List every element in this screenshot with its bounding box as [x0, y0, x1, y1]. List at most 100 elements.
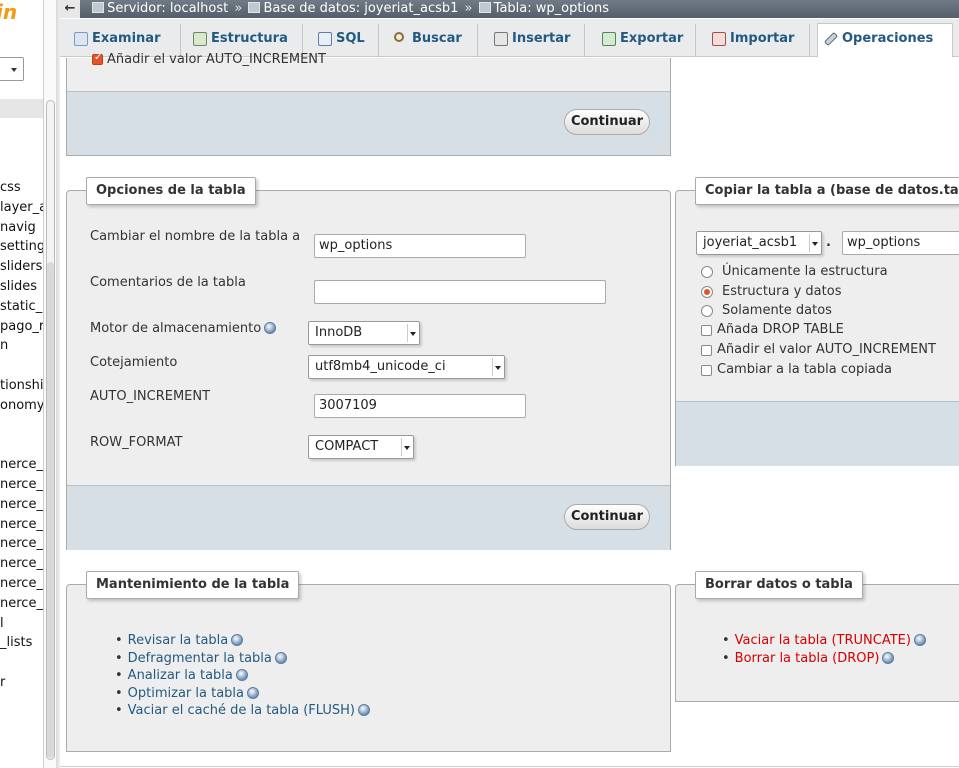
breadcrumb-table[interactable]: Tabla: wp_options — [494, 1, 609, 16]
table-options-legend: Opciones de la tabla — [86, 177, 256, 205]
tab-label: Importar — [730, 31, 795, 46]
check-table-link[interactable]: Revisar la tabla — [128, 633, 229, 648]
tab-label: Exportar — [620, 31, 684, 46]
database-icon — [248, 2, 261, 13]
tree-item[interactable]: slides — [0, 277, 43, 297]
truncate-table-link[interactable]: Vaciar la tabla (TRUNCATE) — [735, 633, 911, 648]
help-icon[interactable] — [274, 651, 287, 664]
help-icon[interactable] — [264, 322, 277, 334]
breadcrumb-server[interactable]: Servidor: localhost — [107, 1, 228, 16]
radio-structure-only[interactable] — [701, 266, 713, 278]
tab-insertar[interactable]: Insertar — [488, 24, 585, 57]
tree-item[interactable]: nerce_c — [0, 495, 43, 515]
switch-to-copied-label: Cambiar a la tabla copiada — [717, 362, 892, 377]
radio-data-only[interactable] — [701, 305, 713, 317]
tree-item[interactable]: navig — [0, 218, 43, 238]
tree-item[interactable]: pago_r — [0, 317, 43, 337]
back-arrow-icon[interactable]: ← — [60, 0, 80, 18]
list-item: Analizar la tabla — [115, 667, 370, 685]
optimize-table-link[interactable]: Optimizar la tabla — [128, 686, 244, 701]
tab-label: Examinar — [92, 31, 161, 46]
radio-structure-and-data[interactable] — [701, 286, 713, 298]
copy-table-legend: Copiar la tabla a (base de datos.tabla): — [695, 177, 959, 205]
tab-operaciones[interactable]: Operaciones — [817, 23, 953, 58]
help-icon[interactable] — [247, 686, 260, 699]
autoincrement-checkbox[interactable] — [92, 52, 103, 65]
defragment-table-link[interactable]: Defragmentar la tabla — [128, 651, 272, 666]
maintenance-fieldset: Revisar la tabla Defragmentar la tabla A… — [66, 584, 671, 752]
copy-database-value: joyeriat_acsb1 — [703, 235, 798, 250]
flush-table-link[interactable]: Vaciar el caché de la tabla (FLUSH) — [128, 703, 355, 718]
copy-table-name-input[interactable]: wp_options — [842, 231, 959, 255]
collation-select[interactable]: utf8mb4_unicode_ci — [308, 355, 505, 379]
tree-item[interactable]: nerce_t — [0, 574, 43, 594]
tree-item[interactable]: r — [0, 673, 43, 693]
tree-item[interactable]: layer_a — [0, 198, 43, 218]
tree-item[interactable]: _lists — [0, 633, 43, 653]
radio-structure-only-label: Únicamente la estructura — [722, 264, 888, 279]
tree-item[interactable]: nerce_c — [0, 534, 43, 554]
maintenance-legend: Mantenimiento de la tabla — [86, 571, 300, 599]
analyze-table-link[interactable]: Analizar la tabla — [128, 668, 233, 683]
breadcrumb-database[interactable]: Base de datos: joyeriat_acsb1 — [263, 1, 458, 16]
list-item: Vaciar la tabla (TRUNCATE) — [722, 632, 926, 650]
tab-importar[interactable]: Importar — [706, 24, 810, 57]
tree-item[interactable]: nerce_a — [0, 455, 43, 475]
wrench-icon — [823, 31, 839, 47]
tree-item[interactable]: n — [0, 336, 43, 356]
copy-database-select[interactable]: joyeriat_acsb1 — [696, 231, 822, 255]
structure-icon — [193, 32, 207, 46]
help-icon[interactable] — [882, 651, 895, 664]
tree-item[interactable]: css — [0, 178, 43, 198]
tree-item[interactable]: l — [0, 614, 43, 634]
help-icon[interactable] — [235, 669, 248, 681]
breadcrumb-separator: » — [234, 1, 243, 16]
rename-input[interactable]: wp_options — [314, 234, 526, 258]
tab-buscar[interactable]: Buscar — [388, 24, 478, 57]
continue-button[interactable]: Continuar — [564, 504, 650, 530]
tree-item[interactable]: nerce_t — [0, 554, 43, 574]
rowformat-select[interactable]: COMPACT — [308, 435, 414, 459]
tree-item[interactable]: nerce_a — [0, 475, 43, 495]
delete-legend: Borrar datos o tabla — [695, 571, 863, 599]
radio-data-only-label: Solamente datos — [722, 303, 832, 318]
tree-item[interactable]: tionshi — [0, 376, 43, 396]
autoincrement-input[interactable]: 3007109 — [314, 394, 526, 418]
help-icon[interactable] — [357, 704, 370, 716]
section-footer: Continuar — [67, 91, 670, 155]
engine-label: Motor de almacenamiento — [90, 321, 277, 336]
phpmyadmin-logo[interactable]: in — [0, 0, 17, 24]
tree-item[interactable]: nerce_c — [0, 515, 43, 535]
drop-table-checkbox[interactable] — [701, 325, 712, 336]
browse-icon — [74, 32, 88, 46]
navigation-scroll-thumb[interactable] — [47, 262, 54, 758]
list-item: Defragmentar la tabla — [115, 650, 370, 668]
tree-item[interactable]: static_ — [0, 297, 43, 317]
database-select[interactable] — [0, 57, 24, 81]
comments-input[interactable] — [314, 280, 606, 304]
tab-exportar[interactable]: Exportar — [596, 24, 696, 57]
tree-item — [0, 653, 43, 673]
comments-label: Comentarios de la tabla — [90, 275, 246, 290]
copy-autoincrement-checkbox[interactable] — [701, 345, 712, 356]
switch-to-copied-checkbox[interactable] — [701, 365, 712, 376]
tree-item[interactable]: onomy — [0, 396, 43, 416]
chevron-down-icon — [492, 358, 502, 376]
engine-select[interactable]: InnoDB — [308, 321, 420, 345]
drop-table-link[interactable]: Borrar la tabla (DROP) — [735, 651, 880, 666]
chevron-down-icon — [809, 234, 819, 252]
delete-links: Vaciar la tabla (TRUNCATE) Borrar la tab… — [722, 632, 926, 667]
tree-item[interactable]: setting — [0, 237, 43, 257]
rowformat-label: ROW_FORMAT — [90, 435, 183, 450]
continue-button[interactable]: Continuar — [564, 109, 650, 135]
server-icon — [92, 2, 105, 13]
help-icon[interactable] — [913, 634, 926, 646]
copy-autoincrement-label: Añadir el valor AUTO_INCREMENT — [717, 342, 936, 357]
panel-divider[interactable] — [56, 0, 60, 768]
tree-item[interactable]: sliders — [0, 257, 43, 277]
help-icon[interactable] — [231, 634, 244, 646]
import-icon — [712, 32, 726, 46]
chevron-down-icon — [407, 324, 417, 342]
tree-item[interactable]: nerce_t — [0, 594, 43, 614]
section-footer — [676, 401, 959, 466]
